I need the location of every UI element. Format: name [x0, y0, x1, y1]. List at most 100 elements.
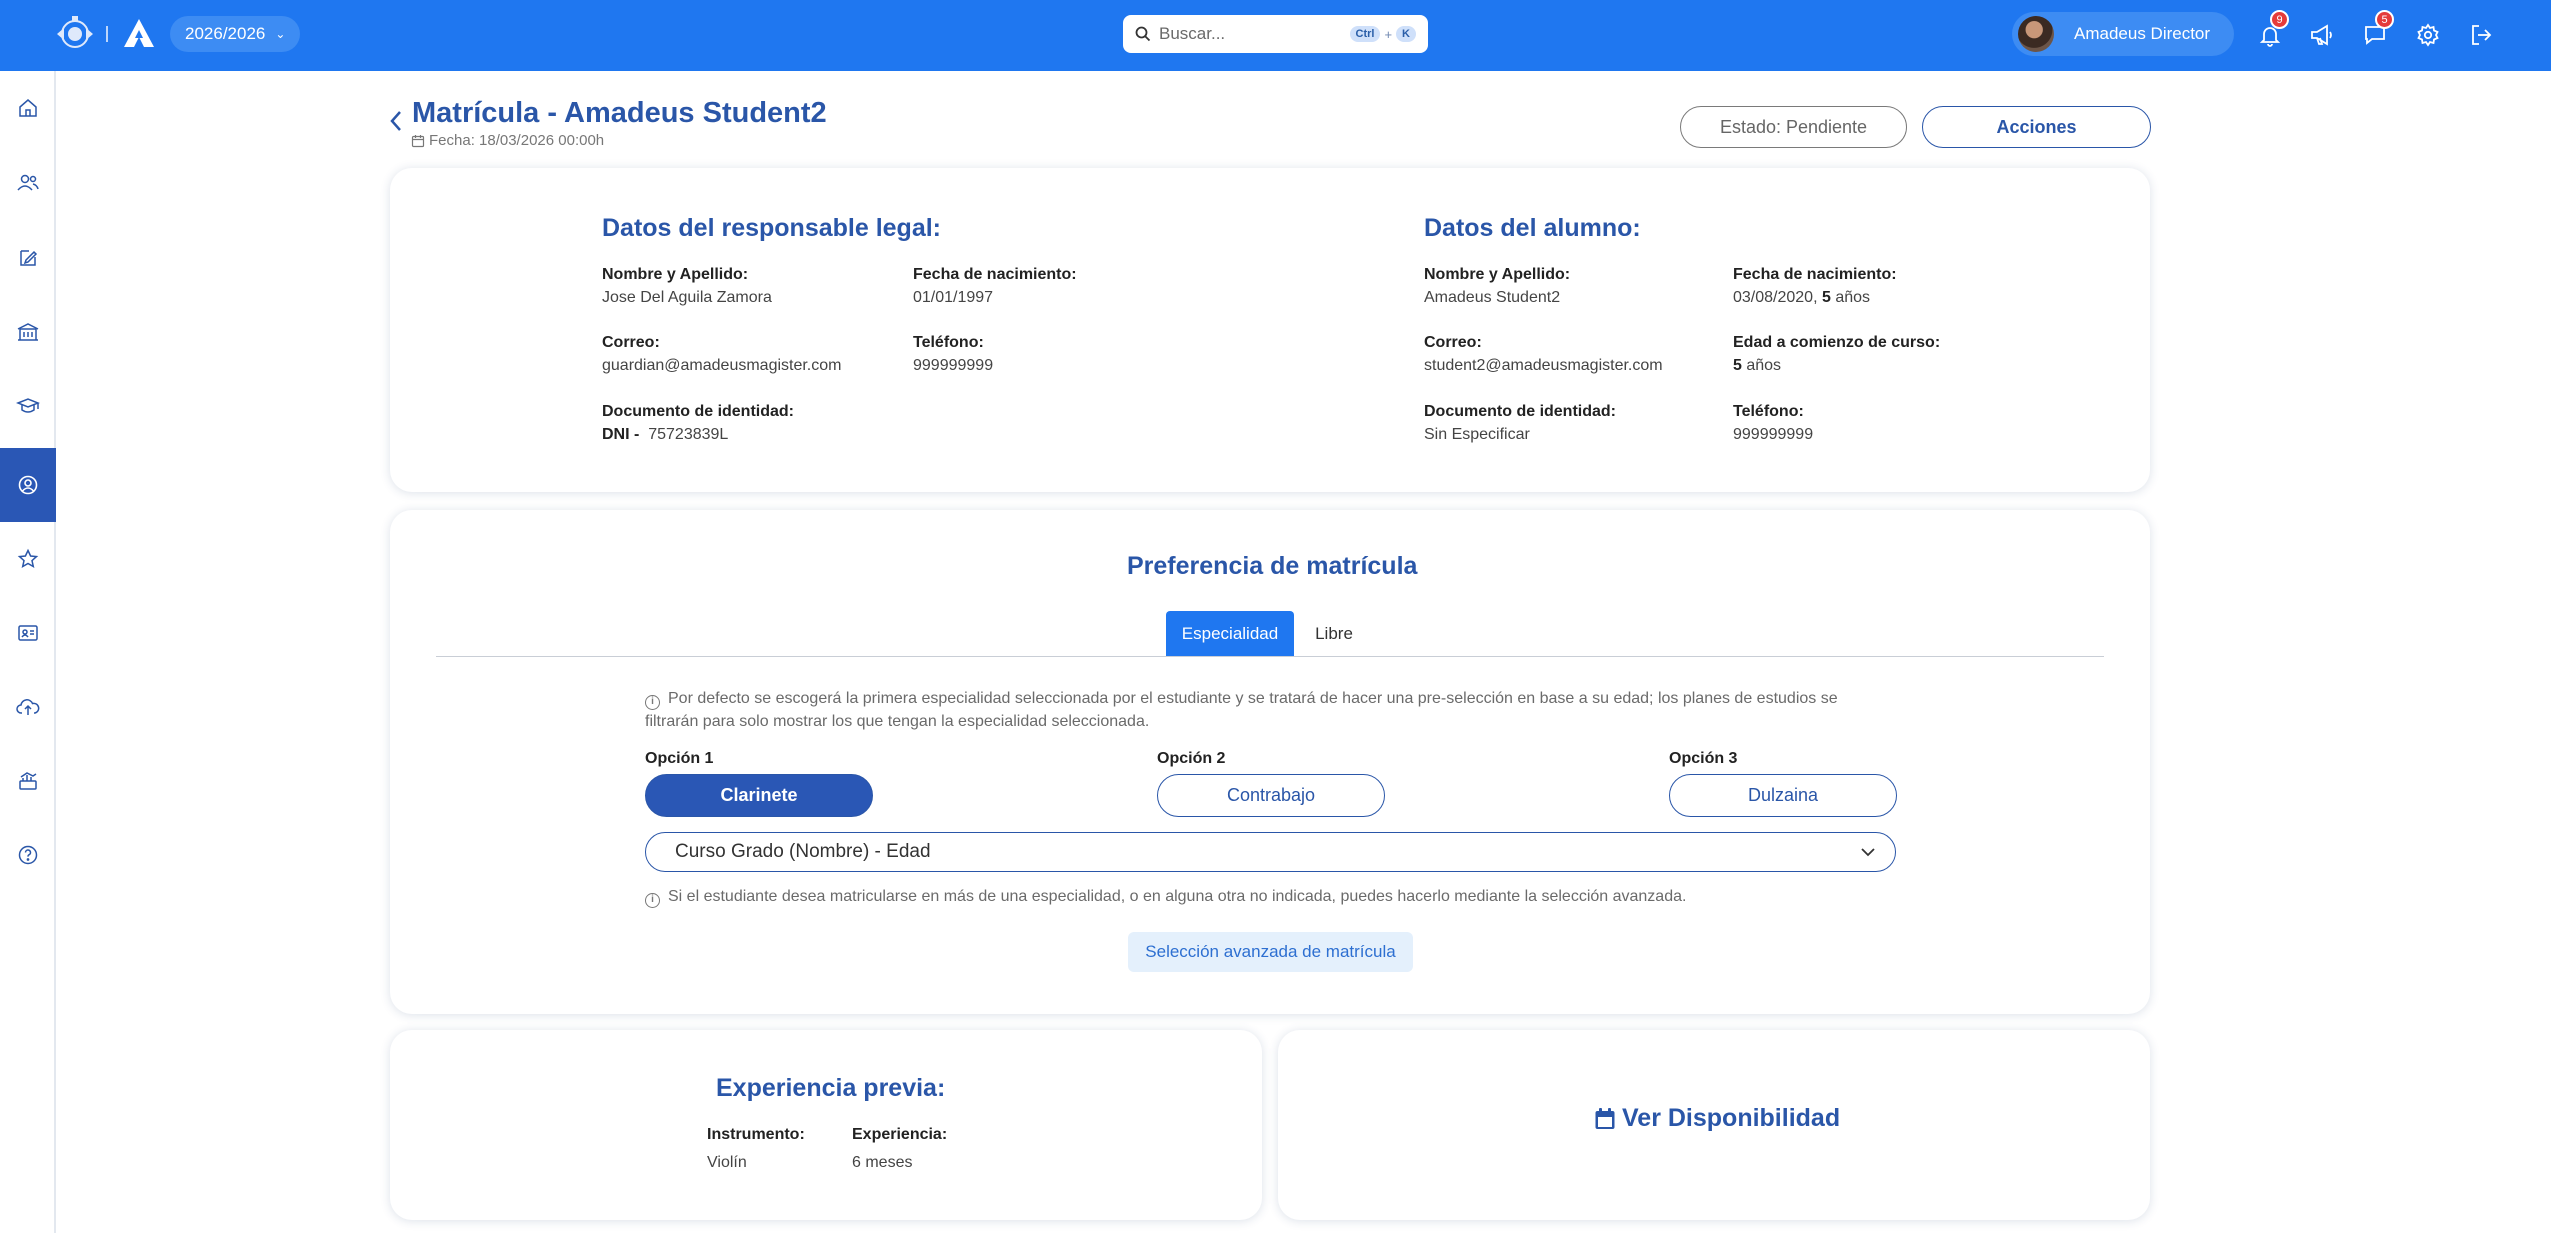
avatar	[2018, 16, 2054, 52]
course-select[interactable]: Curso Grado (Nombre) - Edad	[645, 832, 1896, 872]
experience-value: 6 meses	[852, 1154, 913, 1171]
megaphone-icon	[2311, 24, 2332, 46]
guardian-document-value: DNI - 75723839L	[602, 426, 728, 444]
sidebar	[0, 71, 56, 1233]
option-1-label: Opción 1	[645, 750, 714, 767]
search-input[interactable]: Buscar... Ctrl + K	[1123, 15, 1428, 53]
guardian-birth-value: 01/01/1997	[913, 289, 994, 306]
back-arrow-icon[interactable]	[386, 108, 406, 134]
guardian-document-label: Documento de identidad:	[602, 403, 794, 420]
sidebar-item-help[interactable]	[0, 818, 56, 892]
option-2-button[interactable]: Contrabajo	[1157, 774, 1385, 817]
student-birth-date: 03/08/2020,	[1733, 289, 1818, 306]
graduation-cap-icon	[16, 398, 40, 413]
sidebar-item-edit[interactable]	[0, 221, 56, 295]
calendar-icon	[411, 134, 425, 147]
default-selection-info-text: Por defecto se escogerá la primera espec…	[645, 690, 1838, 730]
student-name-value: Amadeus Student2	[1424, 289, 1561, 306]
sidebar-item-users[interactable]	[0, 146, 56, 220]
sidebar-item-enrollments[interactable]	[0, 448, 56, 522]
option-2-label: Opción 2	[1157, 750, 1226, 767]
guardian-birth-label: Fecha de nacimiento:	[913, 266, 1077, 283]
view-availability-label: Ver Disponibilidad	[1622, 1104, 1841, 1132]
experience-label: Experiencia:	[852, 1126, 948, 1143]
building-icon	[17, 323, 39, 341]
student-section-title: Datos del alumno:	[1424, 214, 1641, 242]
messages-button[interactable]: 5	[2358, 10, 2394, 52]
id-card-icon	[18, 625, 38, 641]
cloud-upload-icon	[16, 699, 40, 715]
sidebar-item-courses[interactable]	[0, 369, 56, 443]
student-email-label: Correo:	[1424, 334, 1482, 351]
instrument-label: Instrumento:	[707, 1126, 805, 1143]
logout-button[interactable]	[2464, 18, 2498, 52]
guardian-document-type: DNI -	[602, 426, 640, 443]
chevron-down-icon: ⌄	[275, 27, 286, 41]
academic-year-selector[interactable]: 2026/2026 ⌄	[170, 16, 300, 52]
shortcut-k: K	[1396, 26, 1416, 42]
info-icon: i	[645, 695, 660, 710]
info-icon: i	[645, 893, 660, 908]
option-1-button[interactable]: Clarinete	[645, 774, 873, 817]
settings-button[interactable]	[2411, 18, 2445, 52]
help-icon	[18, 845, 38, 865]
search-icon	[1135, 26, 1151, 42]
option-3-button[interactable]: Dulzaina	[1669, 774, 1897, 817]
user-circle-icon	[18, 475, 38, 495]
search-shortcut: Ctrl + K	[1349, 26, 1416, 42]
sidebar-item-home[interactable]	[0, 71, 56, 145]
course-select-value: Curso Grado (Nombre) - Edad	[675, 841, 931, 862]
advanced-selection-button[interactable]: Selección avanzada de matrícula	[1128, 932, 1413, 972]
guardian-email-value: guardian@amadeusmagister.com	[602, 357, 842, 374]
student-age-start-number: 5	[1733, 357, 1742, 374]
user-menu[interactable]: Amadeus Director	[2012, 12, 2234, 56]
user-name: Amadeus Director	[2074, 24, 2211, 43]
advanced-selection-info-text: Si el estudiante desea matricularse en m…	[668, 888, 1687, 905]
app-logo[interactable]	[121, 16, 157, 52]
student-birth-age: 5	[1821, 289, 1831, 306]
guardian-name-value: Jose Del Aguila Zamora	[602, 289, 772, 306]
shortcut-plus: +	[1384, 26, 1393, 42]
actions-button[interactable]: Acciones	[1922, 106, 2151, 148]
enrollment-date: Fecha: 18/03/2026 00:00h	[411, 132, 604, 149]
student-document-value: Sin Especificar	[1424, 426, 1530, 443]
guardian-document-number: 75723839L	[648, 426, 729, 443]
student-phone-label: Teléfono:	[1733, 403, 1804, 420]
sidebar-item-reports[interactable]	[0, 744, 56, 818]
guardian-phone-value: 999999999	[913, 357, 994, 374]
preference-title: Preferencia de matrícula	[1127, 552, 1418, 580]
sidebar-item-id-cards[interactable]	[0, 596, 56, 670]
tabs-divider	[436, 656, 2104, 657]
guardian-phone-label: Teléfono:	[913, 334, 984, 351]
edit-icon	[20, 250, 38, 266]
announcements-button[interactable]	[2305, 18, 2339, 52]
tab-libre[interactable]: Libre	[1306, 611, 1362, 657]
home-icon	[19, 99, 37, 117]
status-badge: Estado: Pendiente	[1680, 106, 1907, 148]
sidebar-item-upload[interactable]	[0, 670, 56, 744]
academic-year-label: 2026/2026	[185, 24, 266, 43]
student-phone-value: 999999999	[1733, 426, 1814, 443]
advanced-selection-info: i Si el estudiante desea matricularse en …	[645, 885, 1905, 908]
view-availability-link[interactable]: Ver Disponibilidad	[1594, 1104, 1840, 1133]
option-3-label: Opción 3	[1669, 750, 1738, 767]
top-bar: 2026/2026 ⌄ Buscar... Ctrl + K Amadeus D…	[0, 0, 2551, 71]
tab-especialidad[interactable]: Especialidad	[1166, 611, 1294, 657]
gear-icon	[2417, 23, 2439, 47]
chevron-down-icon	[1861, 848, 1875, 857]
messages-badge: 5	[2375, 10, 2394, 29]
student-age-start-value: 5 años	[1733, 357, 1781, 375]
logo-divider	[106, 26, 108, 42]
notifications-button[interactable]: 9	[2253, 10, 2289, 52]
default-selection-info: i Por defecto se escogerá la primera espe…	[645, 687, 1895, 733]
sidebar-item-evaluations[interactable]	[0, 522, 56, 596]
page-title: Matrícula - Amadeus Student2	[412, 97, 827, 129]
student-birth-value: 03/08/2020, 5 años	[1733, 289, 1870, 307]
guardian-section-title: Datos del responsable legal:	[602, 214, 941, 242]
sidebar-item-school[interactable]	[0, 295, 56, 369]
school-crest-logo[interactable]	[53, 14, 97, 54]
student-name-label: Nombre y Apellido:	[1424, 266, 1571, 283]
student-age-start-unit: años	[1746, 357, 1782, 374]
calendar-icon	[1595, 1107, 1615, 1129]
shortcut-ctrl: Ctrl	[1349, 26, 1381, 42]
